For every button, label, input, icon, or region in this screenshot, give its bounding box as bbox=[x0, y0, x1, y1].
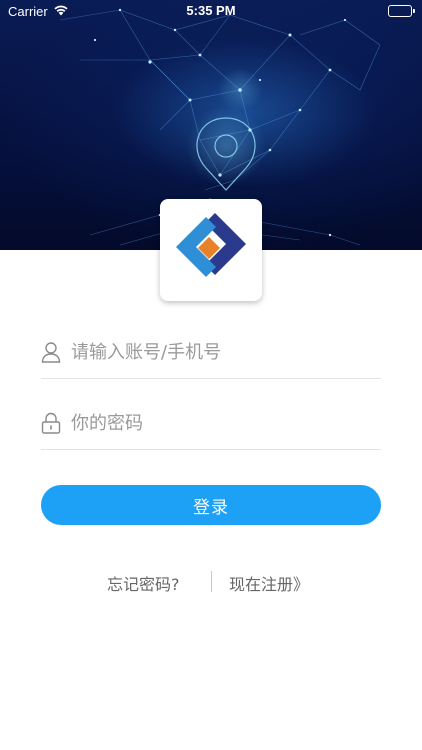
account-field bbox=[41, 323, 381, 379]
status-bar: Carrier 5:35 PM bbox=[0, 0, 422, 22]
register-link[interactable]: 现在注册》 bbox=[229, 571, 309, 595]
forgot-password-link[interactable]: 忘记密码? bbox=[107, 571, 180, 595]
lock-icon bbox=[41, 412, 61, 434]
account-input[interactable] bbox=[71, 335, 371, 369]
links-divider bbox=[211, 571, 212, 592]
auth-links: 忘记密码? 现在注册》 bbox=[0, 571, 422, 595]
battery-icon bbox=[388, 5, 415, 17]
logo-diamond-graphic bbox=[176, 213, 246, 277]
user-icon bbox=[41, 341, 61, 363]
password-input[interactable] bbox=[71, 406, 371, 440]
password-field bbox=[41, 394, 381, 450]
app-logo bbox=[160, 199, 262, 301]
login-screen: Carrier 5:35 PM 请输入账号/手机号 登录 忘记密码? 现在注册》 bbox=[0, 0, 422, 750]
clock: 5:35 PM bbox=[186, 3, 236, 18]
login-button[interactable]: 登录 bbox=[41, 485, 381, 525]
